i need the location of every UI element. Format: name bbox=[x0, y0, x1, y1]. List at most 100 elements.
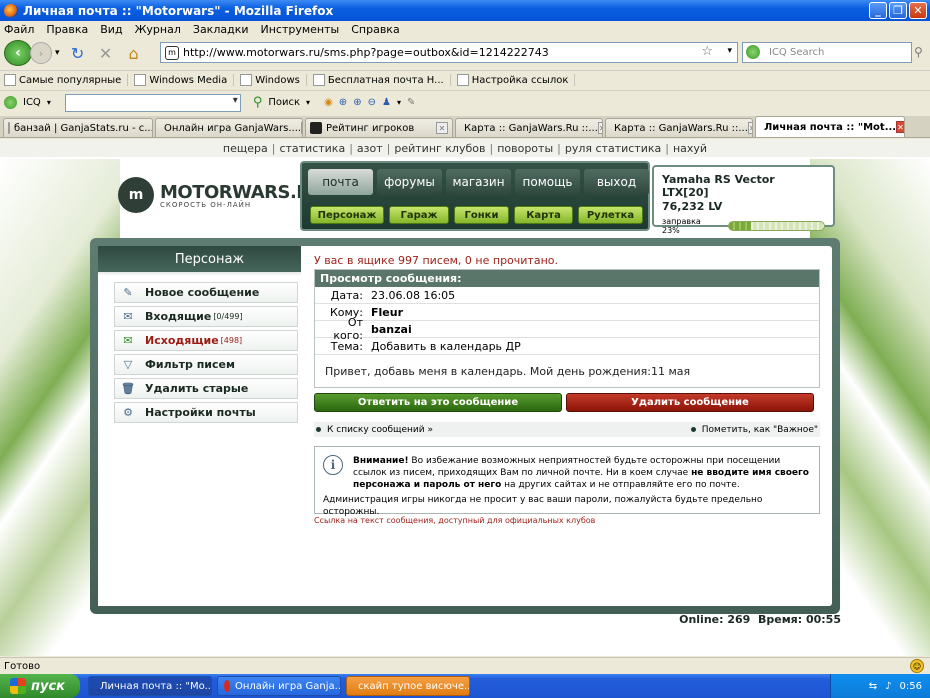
menu-history[interactable]: Журнал bbox=[135, 23, 181, 36]
menu-bookmarks[interactable]: Закладки bbox=[193, 23, 249, 36]
icq-label[interactable]: ICQ bbox=[23, 97, 41, 108]
bookmark-item[interactable]: Настройка ссылок bbox=[456, 74, 576, 86]
chevron-down-icon[interactable]: ▾ bbox=[397, 98, 401, 107]
page-icon bbox=[240, 74, 253, 86]
subnav-garage[interactable]: Гараж bbox=[389, 206, 449, 224]
site-header: m MOTORWARS.RU СКОРОСТЬ ОН-ЛАЙН почта фо… bbox=[100, 159, 840, 237]
user-icon[interactable]: ♟ bbox=[382, 97, 391, 108]
sidebar-item-filter[interactable]: ▽ Фильтр писем bbox=[114, 354, 298, 375]
history-dropdown-icon[interactable]: ▾ bbox=[55, 48, 60, 58]
web-page: пещера | статистика | азот | рейтинг клубов… bbox=[0, 139, 930, 656]
chevron-down-icon[interactable]: ▾ bbox=[306, 98, 310, 107]
tab-close-icon[interactable]: ✕ bbox=[896, 121, 904, 133]
bookmark-item[interactable]: Бесплатная почта H... bbox=[312, 74, 451, 86]
eraser-icon[interactable]: ✎ bbox=[407, 97, 415, 108]
icq-search-button[interactable]: Поиск bbox=[268, 97, 300, 108]
forward-button[interactable]: › bbox=[30, 42, 52, 64]
icq-flower-icon bbox=[4, 96, 17, 109]
logo-mark: m bbox=[118, 177, 154, 213]
sidebar-item-outbox[interactable]: ✉ Исходящие [498] bbox=[114, 330, 298, 351]
subnav-character[interactable]: Персонаж bbox=[310, 206, 384, 224]
tab-ganjastats[interactable]: банзай | GanjaStats.ru - с...✕ bbox=[3, 118, 153, 137]
tray-network-icon[interactable]: ⇆ bbox=[869, 681, 877, 692]
tab-ganjawars-online[interactable]: Онлайн игра GanjaWars....✕ bbox=[155, 118, 303, 137]
url-dropdown-icon[interactable]: ▾ bbox=[727, 46, 732, 56]
toplink-nitro[interactable]: азот bbox=[357, 142, 383, 155]
back-button[interactable]: ‹ bbox=[4, 40, 32, 66]
search-icon[interactable]: ⚲ bbox=[914, 45, 923, 59]
taskbar-item-firefox[interactable]: Личная почта :: "Mo... bbox=[88, 676, 212, 696]
toplink-club-rating[interactable]: рейтинг клубов bbox=[394, 142, 485, 155]
sidebar-item-inbox[interactable]: ✉ Входящие [0/499] bbox=[114, 306, 298, 327]
tray-volume-icon[interactable]: ♪ bbox=[885, 681, 891, 692]
menu-view[interactable]: Вид bbox=[100, 23, 122, 36]
search-input[interactable]: ICQ Search bbox=[742, 42, 912, 63]
bookmark-item[interactable]: Windows Media bbox=[134, 74, 235, 86]
start-button[interactable]: пуск bbox=[0, 674, 80, 698]
nav-mail[interactable]: почта bbox=[308, 169, 373, 195]
zoom-out-icon[interactable]: ⊖ bbox=[368, 97, 376, 108]
toplink-roulette-stats[interactable]: руля статистика bbox=[565, 142, 661, 155]
car-panel: Yamaha RS Vector LTX[20] 76,232 LV запра… bbox=[652, 165, 835, 235]
taskbar-item-skype[interactable]: скайп тупое висюче... bbox=[346, 676, 470, 696]
message-content: У вас в ящике 997 писем, 0 не прочитано.… bbox=[314, 246, 820, 525]
home-icon[interactable]: ⌂ bbox=[124, 43, 144, 63]
back-to-list-link[interactable]: К списку сообщений » bbox=[316, 425, 433, 435]
page-icon bbox=[134, 74, 147, 86]
minimize-button[interactable]: _ bbox=[869, 2, 887, 19]
delete-button[interactable]: Удалить сообщение bbox=[566, 393, 814, 412]
message-field-to: Кому: Fleur bbox=[315, 304, 819, 321]
sidebar-item-settings[interactable]: ⚙ Настройки почты bbox=[114, 402, 298, 423]
site-logo[interactable]: m MOTORWARS.RU СКОРОСТЬ ОН-ЛАЙН bbox=[118, 177, 324, 213]
menu-edit[interactable]: Правка bbox=[46, 23, 88, 36]
bookmark-item[interactable]: Windows bbox=[240, 74, 307, 86]
toplink-turns[interactable]: повороты bbox=[497, 142, 553, 155]
reply-button[interactable]: Ответить на это сообщение bbox=[314, 393, 562, 412]
tab-close-icon[interactable]: ✕ bbox=[301, 122, 302, 134]
icq-app-icon[interactable]: ◉ bbox=[324, 97, 333, 108]
message-links: К списку сообщений » Пометить, как "Важн… bbox=[314, 422, 820, 437]
maximize-button[interactable]: ❐ bbox=[889, 2, 907, 19]
subnav-races[interactable]: Гонки bbox=[454, 206, 509, 224]
nav-exit[interactable]: выход bbox=[584, 169, 649, 195]
tab-close-icon[interactable]: ✕ bbox=[747, 122, 752, 134]
icq-search-input[interactable] bbox=[64, 93, 241, 112]
toplink-cave[interactable]: пещера bbox=[223, 142, 268, 155]
warning-admin-note: Администрация игры никогда не просит у в… bbox=[323, 495, 763, 517]
bookmark-star-icon[interactable]: ☆ bbox=[701, 44, 713, 59]
subnav-roulette[interactable]: Рулетка bbox=[578, 206, 643, 224]
tab-ganjawars-map-2[interactable]: Карта :: GanjaWars.Ru ::...✕ bbox=[605, 118, 753, 137]
nav-help[interactable]: помощь bbox=[515, 169, 580, 195]
chevron-down-icon[interactable]: ▾ bbox=[47, 98, 51, 107]
nav-shop[interactable]: магазин bbox=[446, 169, 511, 195]
tab-mail-active[interactable]: Личная почта :: "Mot... ✕ bbox=[755, 116, 905, 137]
reload-icon[interactable]: ↻ bbox=[68, 43, 88, 63]
nav-forums[interactable]: форумы bbox=[377, 169, 442, 195]
bookmark-item[interactable]: Самые популярные bbox=[4, 74, 129, 86]
sidebar-title: Персонаж bbox=[98, 246, 301, 272]
icq-flower-icon bbox=[746, 45, 760, 59]
magnifier-icon[interactable]: ⚲ bbox=[253, 95, 263, 110]
sidebar-item-new-message[interactable]: ✎ Новое сообщение bbox=[114, 282, 298, 303]
tab-ganjawars-map-1[interactable]: Карта :: GanjaWars.Ru ::...✕ bbox=[455, 118, 603, 137]
zoom-in-icon[interactable]: ⊕ bbox=[339, 97, 347, 108]
tab-player-rating[interactable]: Рейтинг игроков ✕ bbox=[305, 118, 453, 137]
toplink-stats[interactable]: статистика bbox=[279, 142, 345, 155]
menu-tools[interactable]: Инструменты bbox=[261, 23, 340, 36]
menu-help[interactable]: Справка bbox=[351, 23, 399, 36]
menu-file[interactable]: Файл bbox=[4, 23, 34, 36]
sidebar-item-delete-old[interactable]: 🗑 Удалить старые bbox=[114, 378, 298, 399]
mark-important-link[interactable]: Пометить, как "Важное" bbox=[690, 425, 818, 435]
close-button[interactable]: ✕ bbox=[909, 2, 927, 19]
zoom-icon[interactable]: ⊕ bbox=[353, 97, 361, 108]
url-bar[interactable]: m http://www.motorwars.ru/sms.php?page=o… bbox=[160, 42, 738, 63]
tab-close-icon[interactable]: ✕ bbox=[597, 122, 602, 134]
taskbar-item-opera[interactable]: Онлайн игра Ganja... bbox=[217, 676, 341, 696]
trash-icon: 🗑 bbox=[121, 382, 135, 395]
toplink-last[interactable]: нахуй bbox=[673, 142, 707, 155]
stop-icon[interactable]: ✕ bbox=[96, 43, 116, 63]
tab-close-icon[interactable]: ✕ bbox=[436, 122, 448, 134]
star-icon bbox=[310, 122, 322, 134]
smiley-icon[interactable]: ☺ bbox=[910, 659, 924, 673]
subnav-map[interactable]: Карта bbox=[514, 206, 573, 224]
